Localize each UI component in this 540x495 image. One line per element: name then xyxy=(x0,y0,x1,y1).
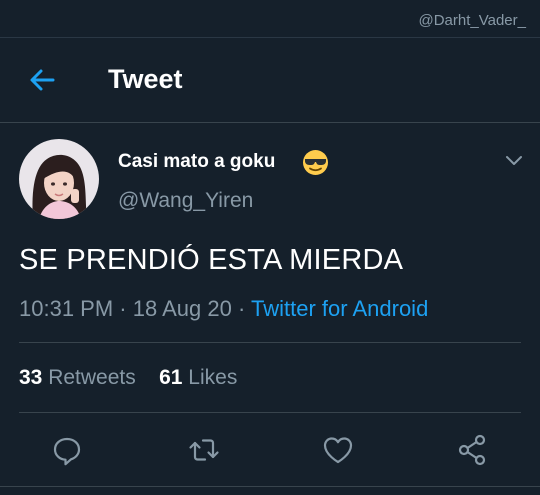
display-name[interactable]: Casi mato a goku xyxy=(118,151,275,173)
meta-separator: · xyxy=(113,296,133,321)
reply-button[interactable] xyxy=(47,430,87,470)
sunglasses-emoji-icon xyxy=(302,149,329,176)
likes-count: 61 xyxy=(159,366,183,389)
chevron-down-icon xyxy=(506,156,522,165)
tweet-source-link[interactable]: Twitter for Android xyxy=(251,296,428,321)
retweet-button[interactable] xyxy=(184,430,224,470)
page-title: Tweet xyxy=(108,64,183,94)
meta-separator: · xyxy=(231,296,251,321)
tweet-text: SE PRENDIÓ ESTA MIERDA xyxy=(19,244,404,276)
reply-icon xyxy=(53,437,81,466)
user-handle[interactable]: @Wang_Yiren xyxy=(118,189,253,213)
tweet-date: 18 Aug 20 xyxy=(132,296,232,321)
watermark: @Darht_Vader_ xyxy=(418,12,526,29)
tweet-time: 10:31 PM xyxy=(19,296,114,321)
retweets-count: 33 xyxy=(19,366,43,389)
tweet-meta: 10:31 PM · 18 Aug 20 · Twitter for Andro… xyxy=(19,296,428,322)
header: Tweet xyxy=(0,38,540,123)
like-icon xyxy=(323,437,353,464)
retweets-label: Retweets xyxy=(48,366,136,389)
retweets-stat[interactable]: 33 Retweets xyxy=(19,366,136,389)
likes-stat[interactable]: 61 Likes xyxy=(159,366,237,389)
share-icon xyxy=(458,434,486,466)
avatar-image xyxy=(19,139,99,219)
tweet-stats: 33 Retweets 61 Likes xyxy=(19,366,237,390)
likes-label: Likes xyxy=(188,366,238,389)
bottom-divider xyxy=(0,486,540,487)
retweet-icon xyxy=(189,439,219,461)
avatar[interactable] xyxy=(19,139,99,219)
arrow-left-icon xyxy=(30,69,55,91)
divider xyxy=(19,412,521,413)
like-button[interactable] xyxy=(318,430,358,470)
more-options-button[interactable] xyxy=(503,149,525,171)
divider xyxy=(19,342,521,343)
back-button[interactable] xyxy=(26,64,58,96)
action-bar xyxy=(0,430,540,470)
share-button[interactable] xyxy=(452,430,492,470)
